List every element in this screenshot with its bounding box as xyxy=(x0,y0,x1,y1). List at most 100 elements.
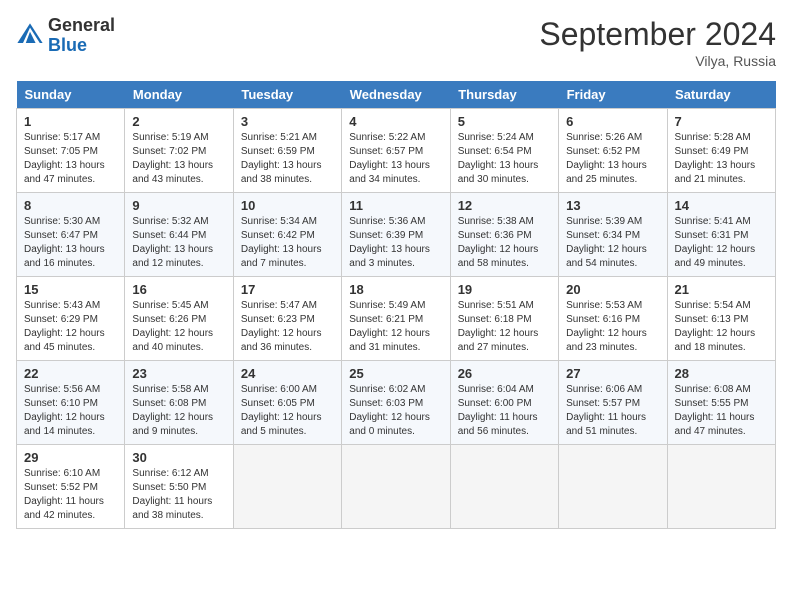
table-cell: 11 Sunrise: 5:36 AMSunset: 6:39 PMDayligh… xyxy=(342,193,450,277)
day-info: Sunrise: 5:47 AMSunset: 6:23 PMDaylight:… xyxy=(241,299,334,355)
col-wednesday: Wednesday xyxy=(342,81,450,109)
table-cell: 4 Sunrise: 5:22 AMSunset: 6:57 PMDaylight… xyxy=(342,109,450,193)
location: Vilya, Russia xyxy=(539,53,776,69)
table-cell: 8 Sunrise: 5:30 AMSunset: 6:47 PMDaylight… xyxy=(17,193,125,277)
day-number: 28 xyxy=(675,366,768,381)
calendar-table: Sunday Monday Tuesday Wednesday Thursday… xyxy=(16,81,776,529)
table-cell: 20 Sunrise: 5:53 AMSunset: 6:16 PMDayligh… xyxy=(559,277,667,361)
col-tuesday: Tuesday xyxy=(233,81,341,109)
table-cell: 1 Sunrise: 5:17 AMSunset: 7:05 PMDaylight… xyxy=(17,109,125,193)
day-info: Sunrise: 5:34 AMSunset: 6:42 PMDaylight:… xyxy=(241,215,334,271)
day-number: 22 xyxy=(24,366,117,381)
week-row-3: 15Sunrise: 5:43 AMSunset: 6:29 PMDayligh… xyxy=(17,277,776,361)
header-row: Sunday Monday Tuesday Wednesday Thursday… xyxy=(17,81,776,109)
day-info: Sunrise: 5:49 AMSunset: 6:21 PMDaylight:… xyxy=(349,299,442,355)
day-info: Sunrise: 5:22 AMSunset: 6:57 PMDaylight:… xyxy=(349,131,442,187)
day-info: Sunrise: 5:51 AMSunset: 6:18 PMDaylight:… xyxy=(458,299,551,355)
day-info: Sunrise: 5:30 AMSunset: 6:47 PMDaylight:… xyxy=(24,215,117,271)
col-sunday: Sunday xyxy=(17,81,125,109)
table-cell: 6 Sunrise: 5:26 AMSunset: 6:52 PMDaylight… xyxy=(559,109,667,193)
table-cell xyxy=(342,445,450,529)
day-number: 1 xyxy=(24,114,117,129)
logo-text: General Blue xyxy=(48,16,115,56)
logo: General Blue xyxy=(16,16,115,56)
table-cell: 28 Sunrise: 6:08 AMSunset: 5:55 PMDayligh… xyxy=(667,361,775,445)
table-cell: 27Sunrise: 6:06 AMSunset: 5:57 PMDayligh… xyxy=(559,361,667,445)
day-number: 11 xyxy=(349,198,442,213)
day-number: 8 xyxy=(24,198,117,213)
day-info: Sunrise: 6:04 AMSunset: 6:00 PMDaylight:… xyxy=(458,383,551,439)
day-number: 29 xyxy=(24,450,117,465)
day-info: Sunrise: 5:28 AMSunset: 6:49 PMDaylight:… xyxy=(675,131,768,187)
table-cell xyxy=(559,445,667,529)
table-cell: 15Sunrise: 5:43 AMSunset: 6:29 PMDayligh… xyxy=(17,277,125,361)
day-number: 25 xyxy=(349,366,442,381)
col-saturday: Saturday xyxy=(667,81,775,109)
day-number: 15 xyxy=(24,282,117,297)
page-header: General Blue September 2024 Vilya, Russi… xyxy=(16,16,776,69)
day-number: 5 xyxy=(458,114,551,129)
table-cell: 26 Sunrise: 6:04 AMSunset: 6:00 PMDayligh… xyxy=(450,361,558,445)
day-number: 14 xyxy=(675,198,768,213)
day-number: 10 xyxy=(241,198,334,213)
day-number: 20 xyxy=(566,282,659,297)
table-cell: 25Sunrise: 6:02 AMSunset: 6:03 PMDayligh… xyxy=(342,361,450,445)
day-info: Sunrise: 5:56 AMSunset: 6:10 PMDaylight:… xyxy=(24,383,117,439)
day-info: Sunrise: 5:24 AMSunset: 6:54 PMDaylight:… xyxy=(458,131,551,187)
day-info: Sunrise: 5:19 AMSunset: 7:02 PMDaylight:… xyxy=(132,131,225,187)
week-row-4: 22 Sunrise: 5:56 AMSunset: 6:10 PMDayligh… xyxy=(17,361,776,445)
week-row-5: 29 Sunrise: 6:10 AMSunset: 5:52 PMDayligh… xyxy=(17,445,776,529)
day-number: 24 xyxy=(241,366,334,381)
table-cell: 19 Sunrise: 5:51 AMSunset: 6:18 PMDayligh… xyxy=(450,277,558,361)
day-info: Sunrise: 5:39 AMSunset: 6:34 PMDaylight:… xyxy=(566,215,659,271)
logo-icon xyxy=(16,22,44,50)
day-info: Sunrise: 5:53 AMSunset: 6:16 PMDaylight:… xyxy=(566,299,659,355)
day-number: 2 xyxy=(132,114,225,129)
week-row-2: 8 Sunrise: 5:30 AMSunset: 6:47 PMDaylight… xyxy=(17,193,776,277)
col-monday: Monday xyxy=(125,81,233,109)
day-number: 16 xyxy=(132,282,225,297)
table-cell: 13 Sunrise: 5:39 AMSunset: 6:34 PMDayligh… xyxy=(559,193,667,277)
day-number: 13 xyxy=(566,198,659,213)
table-cell: 3 Sunrise: 5:21 AMSunset: 6:59 PMDaylight… xyxy=(233,109,341,193)
table-cell: 24 Sunrise: 6:00 AMSunset: 6:05 PMDayligh… xyxy=(233,361,341,445)
day-info: Sunrise: 5:38 AMSunset: 6:36 PMDaylight:… xyxy=(458,215,551,271)
day-info: Sunrise: 5:21 AMSunset: 6:59 PMDaylight:… xyxy=(241,131,334,187)
day-number: 26 xyxy=(458,366,551,381)
day-info: Sunrise: 5:17 AMSunset: 7:05 PMDaylight:… xyxy=(24,131,117,187)
day-info: Sunrise: 6:00 AMSunset: 6:05 PMDaylight:… xyxy=(241,383,334,439)
day-number: 18 xyxy=(349,282,442,297)
day-number: 9 xyxy=(132,198,225,213)
day-info: Sunrise: 5:26 AMSunset: 6:52 PMDaylight:… xyxy=(566,131,659,187)
table-cell: 21Sunrise: 5:54 AMSunset: 6:13 PMDayligh… xyxy=(667,277,775,361)
table-cell: 23Sunrise: 5:58 AMSunset: 6:08 PMDayligh… xyxy=(125,361,233,445)
day-info: Sunrise: 6:12 AMSunset: 5:50 PMDaylight:… xyxy=(132,467,225,523)
day-info: Sunrise: 5:36 AMSunset: 6:39 PMDaylight:… xyxy=(349,215,442,271)
col-friday: Friday xyxy=(559,81,667,109)
table-cell: 10 Sunrise: 5:34 AMSunset: 6:42 PMDayligh… xyxy=(233,193,341,277)
day-number: 19 xyxy=(458,282,551,297)
table-cell: 16 Sunrise: 5:45 AMSunset: 6:26 PMDayligh… xyxy=(125,277,233,361)
table-cell: 7 Sunrise: 5:28 AMSunset: 6:49 PMDaylight… xyxy=(667,109,775,193)
day-info: Sunrise: 6:08 AMSunset: 5:55 PMDaylight:… xyxy=(675,383,768,439)
table-cell: 29 Sunrise: 6:10 AMSunset: 5:52 PMDayligh… xyxy=(17,445,125,529)
day-info: Sunrise: 6:10 AMSunset: 5:52 PMDaylight:… xyxy=(24,467,117,523)
day-info: Sunrise: 5:45 AMSunset: 6:26 PMDaylight:… xyxy=(132,299,225,355)
table-cell xyxy=(667,445,775,529)
day-number: 3 xyxy=(241,114,334,129)
day-number: 21 xyxy=(675,282,768,297)
day-number: 6 xyxy=(566,114,659,129)
table-cell: 14 Sunrise: 5:41 AMSunset: 6:31 PMDayligh… xyxy=(667,193,775,277)
week-row-1: 1 Sunrise: 5:17 AMSunset: 7:05 PMDaylight… xyxy=(17,109,776,193)
day-number: 7 xyxy=(675,114,768,129)
table-cell xyxy=(233,445,341,529)
day-number: 30 xyxy=(132,450,225,465)
day-info: Sunrise: 5:41 AMSunset: 6:31 PMDaylight:… xyxy=(675,215,768,271)
table-cell xyxy=(450,445,558,529)
day-number: 23 xyxy=(132,366,225,381)
table-cell: 18 Sunrise: 5:49 AMSunset: 6:21 PMDayligh… xyxy=(342,277,450,361)
day-number: 4 xyxy=(349,114,442,129)
day-number: 17 xyxy=(241,282,334,297)
title-area: September 2024 Vilya, Russia xyxy=(539,16,776,69)
day-number: 27 xyxy=(566,366,659,381)
